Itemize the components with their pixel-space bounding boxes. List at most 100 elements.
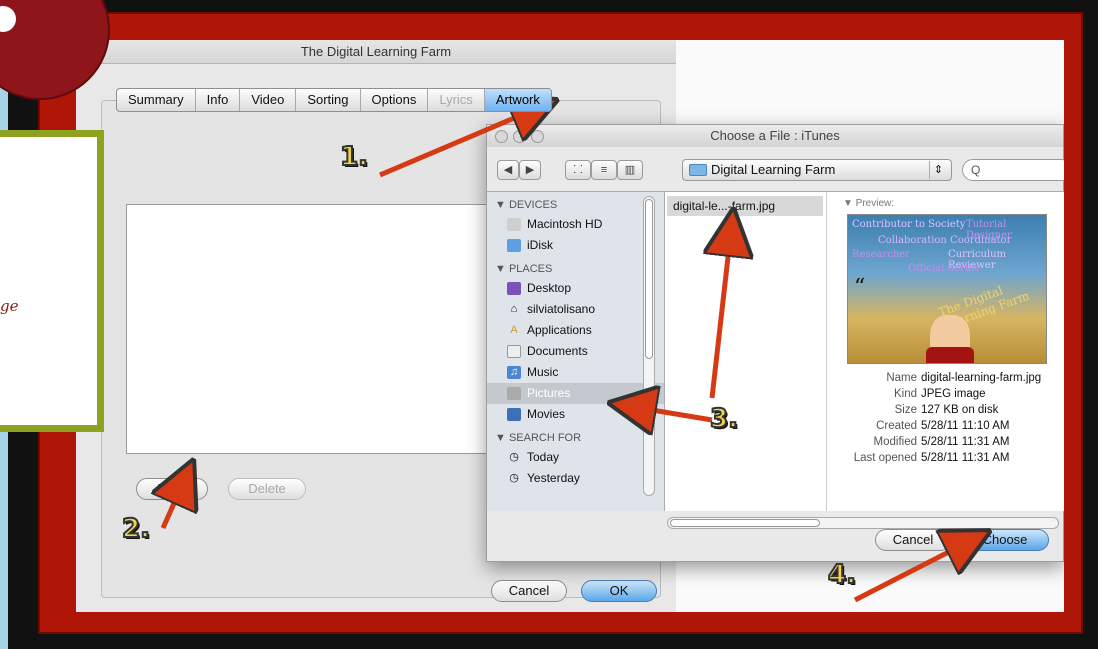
preview-image: Contributor to Society Tutorial Designer… xyxy=(847,214,1047,364)
sidebar-item-documents[interactable]: Documents xyxy=(487,341,664,362)
step-2-label: 2. xyxy=(121,513,151,545)
add-button[interactable]: Add... xyxy=(136,478,208,500)
sidebar-item-label: Applications xyxy=(527,323,592,337)
tab-bar: Summary Info Video Sorting Options Lyric… xyxy=(116,88,552,112)
quote-mark-icon: “ xyxy=(854,275,866,300)
preview-text: Contributor to Society xyxy=(852,219,966,230)
sidebar-item-music[interactable]: ♫ Music xyxy=(487,362,664,383)
location-label: Digital Learning Farm xyxy=(711,162,836,177)
movies-icon xyxy=(507,408,521,421)
desktop-icon xyxy=(507,282,521,295)
sidebar-item-movies[interactable]: Movies xyxy=(487,404,664,425)
sidebar-item-pictures[interactable]: Pictures xyxy=(487,383,664,404)
sidebar-scrollbar[interactable] xyxy=(643,196,655,496)
preview-column: ▼ Preview: Contributor to Society Tutori… xyxy=(827,191,1064,511)
zoom-button[interactable] xyxy=(531,130,544,143)
meta-value: 127 KB on disk xyxy=(921,404,999,416)
callout-text: ge xyxy=(0,297,19,315)
meta-value: 5/28/11 11:10 AM xyxy=(921,420,1010,432)
file-item[interactable]: digital-le...-farm.jpg xyxy=(667,196,823,216)
sidebar-item-label: Desktop xyxy=(527,281,572,295)
step-3-label: 3. xyxy=(709,403,739,435)
preview-text: Official Scribe xyxy=(908,263,981,274)
applications-icon: A xyxy=(510,324,518,336)
documents-icon xyxy=(507,345,521,358)
tab-summary[interactable]: Summary xyxy=(117,89,196,111)
sidebar-item-label: Macintosh HD xyxy=(527,217,603,231)
forward-button[interactable]: ▶ xyxy=(519,160,541,180)
home-icon: ⌂ xyxy=(510,303,518,315)
meta-label: Kind xyxy=(893,388,917,400)
choose-file-dialog: Choose a File : iTunes ◀ ▶ ⸬ ≡ ▥ Digital… xyxy=(486,124,1064,562)
music-icon: ♫ xyxy=(507,366,521,379)
icon-view-button[interactable]: ⸬ xyxy=(565,160,591,180)
preview-label: ▼ Preview: xyxy=(843,198,895,209)
scroll-thumb[interactable] xyxy=(670,519,820,527)
sidebar-item-label: iDisk xyxy=(527,238,553,252)
sidebar-item-yesterday[interactable]: ◷ Yesterday xyxy=(487,468,664,489)
sidebar-item-label: Music xyxy=(527,365,559,379)
sidebar-item-applications[interactable]: A Applications xyxy=(487,320,664,341)
sidebar-item-label: Documents xyxy=(527,344,588,358)
sidebar-item-label: Movies xyxy=(527,407,566,421)
clock-icon: ◷ xyxy=(509,451,519,463)
location-popup[interactable]: Digital Learning Farm ⇕ xyxy=(682,159,952,181)
places-header: ▼ PLACES xyxy=(495,263,553,275)
screenshot-area: The Digital Learning Farm Summary Info V… xyxy=(76,40,1064,612)
horizontal-scrollbar[interactable] xyxy=(667,517,1059,529)
child-shirt xyxy=(926,347,974,363)
meta-value: JPEG image xyxy=(921,388,986,400)
minimize-button[interactable] xyxy=(513,130,526,143)
search-for-header: ▼ SEARCH FOR xyxy=(495,432,582,444)
tab-sorting[interactable]: Sorting xyxy=(296,89,361,111)
sidebar-item-label: silviatolisano xyxy=(527,302,596,316)
preview-text: Researcher xyxy=(852,249,910,260)
cancel-button[interactable]: Cancel xyxy=(491,580,567,602)
badge-dot xyxy=(0,6,16,32)
hard-drive-icon xyxy=(507,218,521,231)
clock-icon: ◷ xyxy=(509,472,519,484)
meta-label: Size xyxy=(894,404,917,416)
devices-header: ▼ DEVICES xyxy=(495,199,558,211)
close-button[interactable] xyxy=(495,130,508,143)
pictures-icon xyxy=(507,387,521,400)
artwork-well[interactable] xyxy=(126,204,506,454)
sidebar-item-desktop[interactable]: Desktop xyxy=(487,278,664,299)
meta-label: Last opened xyxy=(853,452,917,464)
sidebar-item-label: Yesterday xyxy=(527,471,580,485)
folder-icon xyxy=(689,164,707,176)
meta-value: digital-learning-farm.jpg xyxy=(921,372,1042,384)
popup-arrows-icon: ⇕ xyxy=(929,161,947,179)
sidebar-item-today[interactable]: ◷ Today xyxy=(487,447,664,468)
dialog-title: Choose a File : iTunes xyxy=(487,125,1063,147)
tab-info[interactable]: Info xyxy=(196,89,241,111)
column-view-button[interactable]: ▥ xyxy=(617,160,643,180)
step-4-label: 4. xyxy=(827,559,857,591)
sidebar-item-home[interactable]: ⌂ silviatolisano xyxy=(487,299,664,320)
choose-button[interactable]: Choose xyxy=(961,529,1049,551)
tab-options[interactable]: Options xyxy=(361,89,429,111)
meta-label: Created xyxy=(876,420,917,432)
step-1-label: 1. xyxy=(339,141,369,173)
sidebar: ▼ DEVICES Macintosh HD iDisk ▼ PLACES De… xyxy=(487,191,665,511)
meta-value: 5/28/11 11:31 AM xyxy=(921,436,1010,448)
list-view-button[interactable]: ≡ xyxy=(591,160,617,180)
tab-artwork[interactable]: Artwork xyxy=(484,89,551,111)
sidebar-item-idisk[interactable]: iDisk xyxy=(487,235,664,256)
delete-button[interactable]: Delete xyxy=(228,478,306,500)
meta-value: 5/28/11 11:31 AM xyxy=(921,452,1010,464)
file-column: digital-le...-farm.jpg xyxy=(665,191,827,511)
info-window-title: The Digital Learning Farm xyxy=(76,40,676,64)
callout-box: ge xyxy=(0,130,104,432)
tab-lyrics[interactable]: Lyrics xyxy=(428,89,485,111)
dialog-cancel-button[interactable]: Cancel xyxy=(875,529,951,551)
back-button[interactable]: ◀ xyxy=(497,160,519,180)
search-input[interactable]: Q xyxy=(962,159,1064,181)
sidebar-item-label: Pictures xyxy=(527,386,571,400)
sidebar-item-macintosh-hd[interactable]: Macintosh HD xyxy=(487,214,664,235)
ok-button[interactable]: OK xyxy=(581,580,657,602)
file-metadata: Name digital-learning-farm.jpg Kind JPEG i… xyxy=(827,370,1057,466)
tab-video[interactable]: Video xyxy=(240,89,297,111)
scroll-thumb[interactable] xyxy=(645,199,653,359)
meta-label: Modified xyxy=(873,436,917,448)
